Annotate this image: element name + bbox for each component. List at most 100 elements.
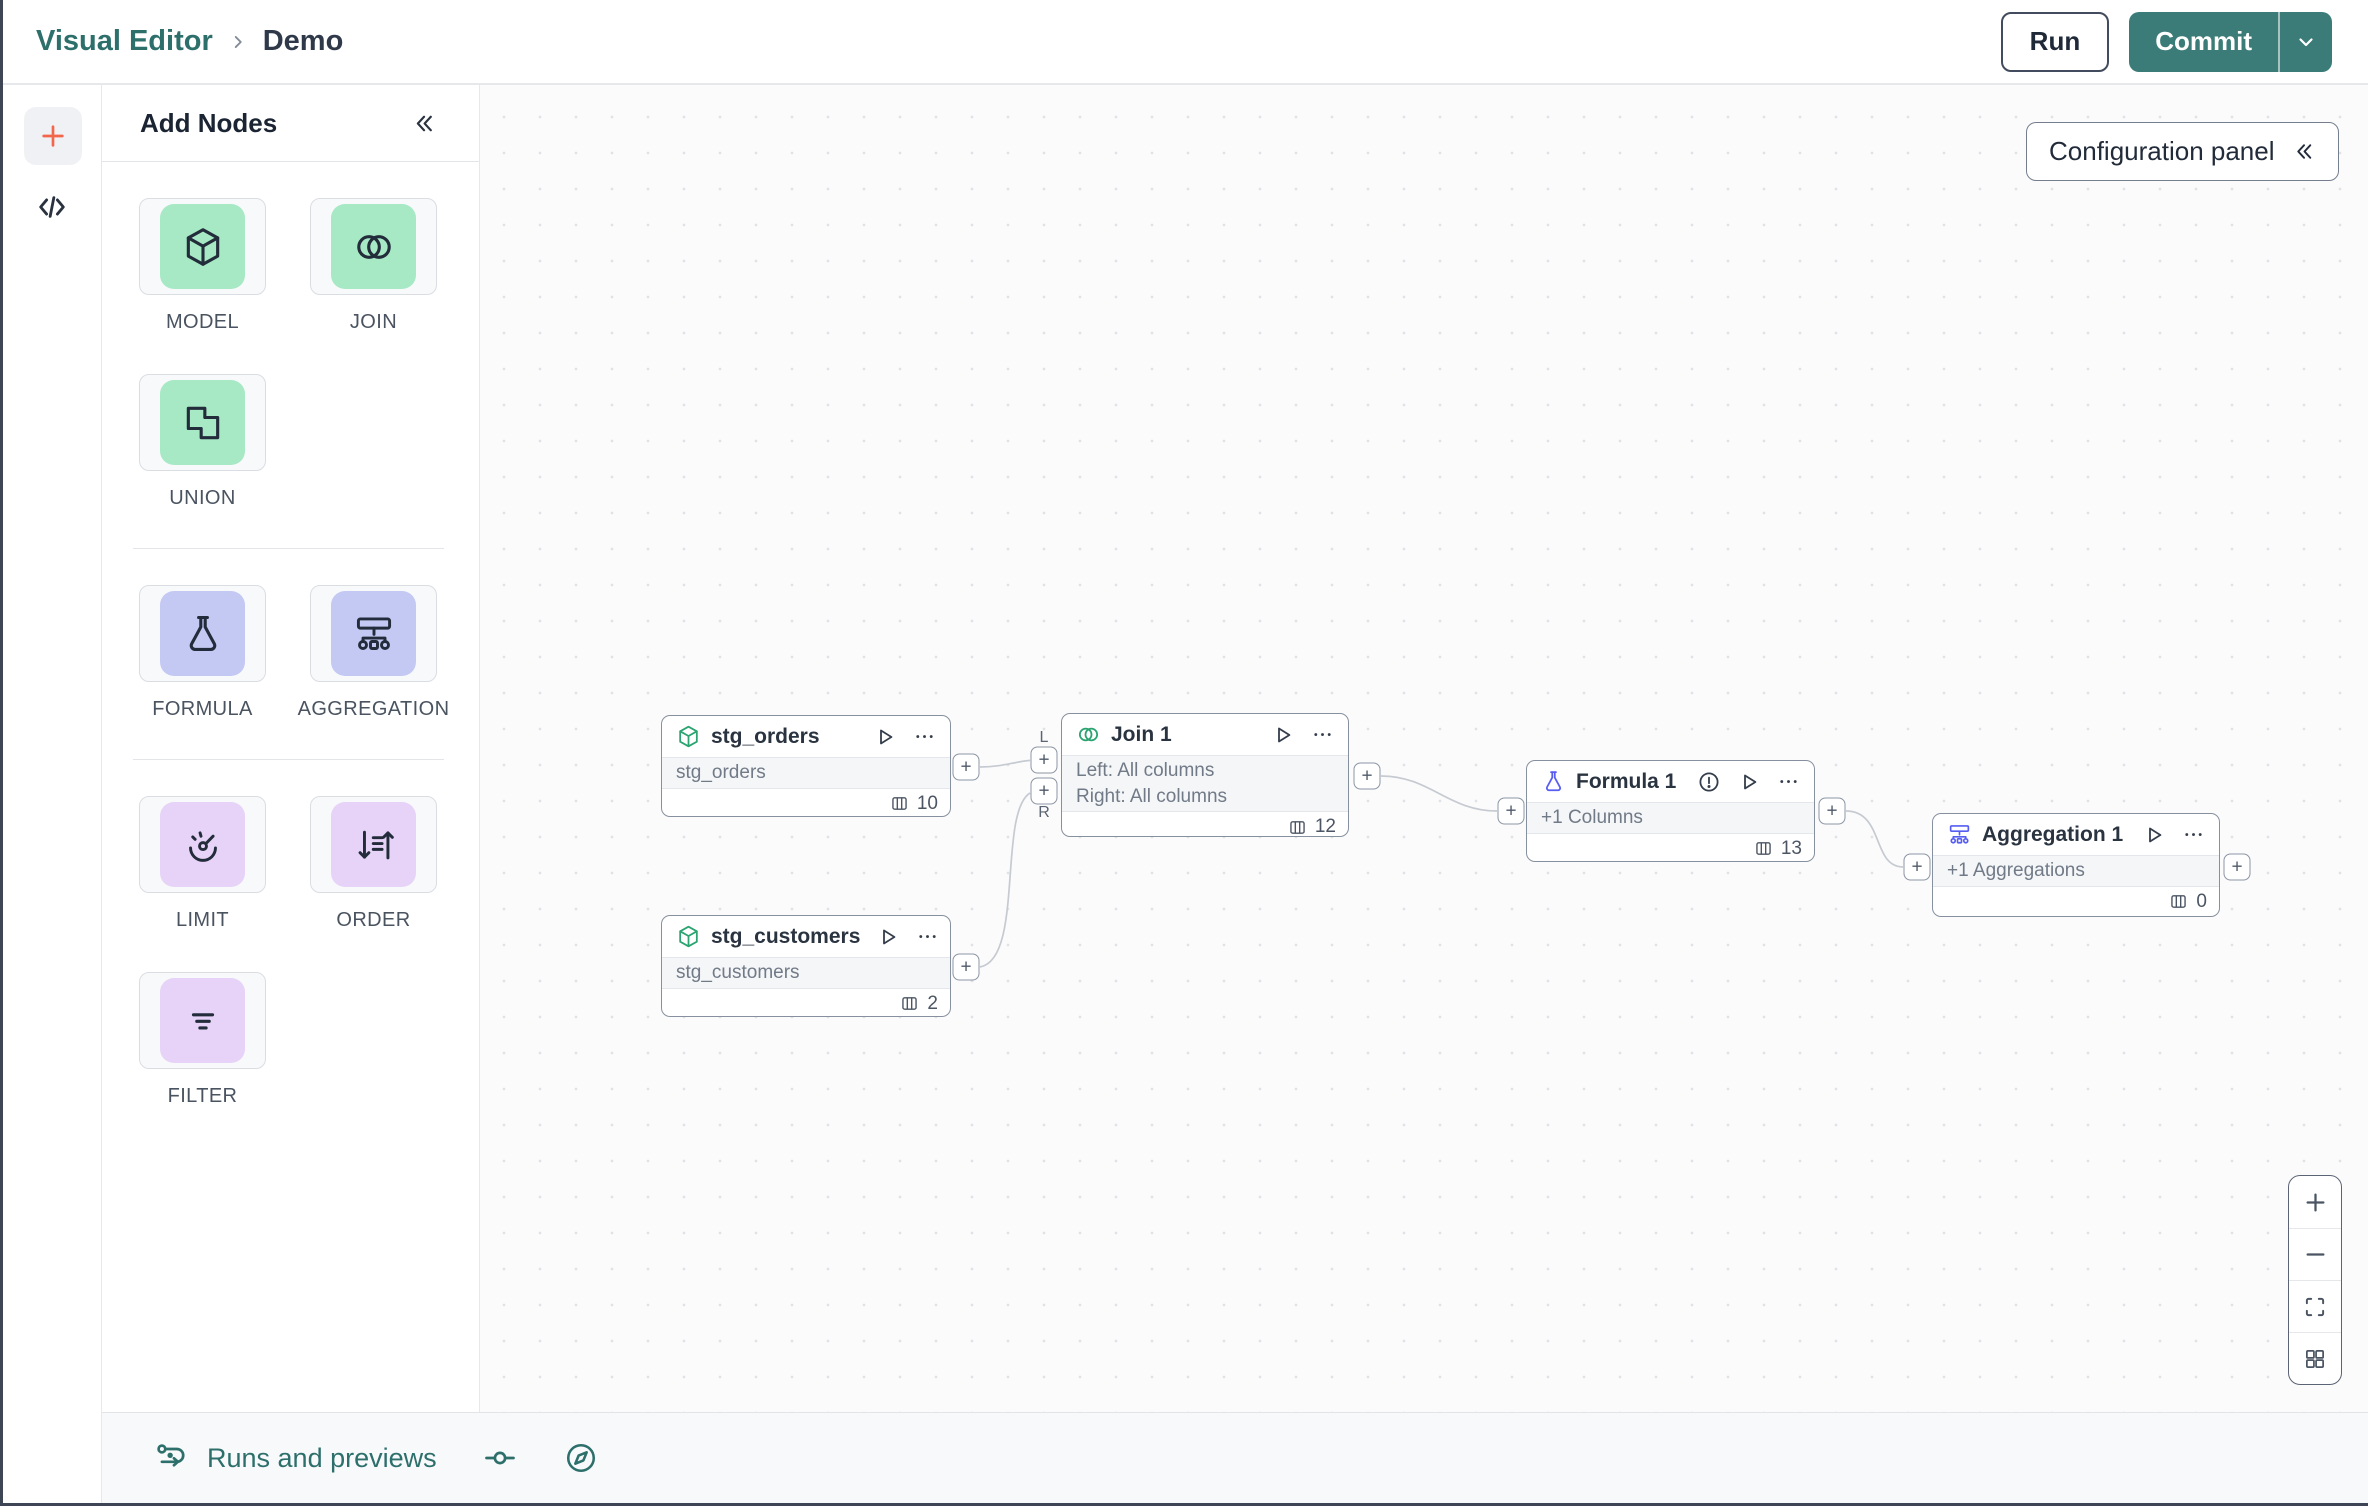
node-header: stg_customers [662,916,950,957]
double-chevron-left-icon [2291,139,2316,164]
node-aggregation-1[interactable]: Aggregation 1 +1 Aggregations 0 [1932,813,2220,917]
play-node-button[interactable] [2142,823,2166,847]
column-count: 0 [2196,890,2207,912]
pipeline-canvas[interactable]: Configuration panel stg_orders stg_order… [480,85,2368,1415]
fit-view-button[interactable] [2289,1280,2341,1332]
play-icon [2142,823,2166,847]
header-actions: Run Commit [2000,11,2332,72]
add-nodes-panel-header: Add Nodes [102,85,479,162]
runs-route-icon [154,1439,192,1477]
cube-icon [676,724,701,749]
node-menu-button[interactable] [1311,723,1334,746]
node-tile-union[interactable] [139,374,266,471]
node-tile-label: FILTER [167,1085,238,1107]
compass-button[interactable] [563,1440,599,1476]
flask-icon [1541,769,1566,794]
add-nodes-title: Add Nodes [140,107,278,138]
node-tile-group-transforms: FORMULA AGGREGATION [102,585,479,721]
play-icon [1737,770,1761,794]
node-body-line: +1 Aggregations [1947,860,2085,881]
zoom-out-button[interactable] [2289,1228,2341,1280]
zoom-in-button[interactable] [2289,1176,2341,1228]
play-node-button[interactable] [1271,723,1295,747]
code-view-button[interactable] [30,185,74,229]
port-formula-output[interactable]: + [1818,797,1846,825]
node-body: +1 Columns [1527,802,1814,834]
node-tile-join[interactable] [310,198,437,295]
runs-and-previews-toggle[interactable]: Runs and previews [154,1439,437,1477]
node-stg-customers[interactable]: stg_customers stg_customers 2 [661,915,951,1017]
node-footer: 0 [1933,887,2219,916]
commit-dropdown-button[interactable] [2280,12,2332,72]
node-tile-model[interactable] [139,198,266,295]
play-node-button[interactable] [873,725,897,749]
node-stg-orders[interactable]: stg_orders stg_orders 10 [661,715,951,817]
node-title: stg_customers [711,924,861,948]
node-tile-order[interactable] [310,796,437,893]
node-menu-button[interactable] [2182,823,2205,846]
node-tile-limit[interactable] [139,796,266,893]
node-tile-union-wrap: UNION [139,374,266,510]
add-nodes-button[interactable] [24,107,82,165]
ellipsis-icon [1311,723,1334,746]
collapse-panel-button[interactable] [410,110,437,137]
node-body: stg_orders [662,757,950,789]
node-tile-aggregation[interactable] [310,585,437,682]
chevron-right-icon [227,31,249,53]
columns-icon [889,793,910,814]
edge-formula-to-aggregation [1845,810,1904,868]
layout-grid-button[interactable] [2289,1332,2341,1384]
node-tile-label: JOIN [349,311,398,333]
commit-button[interactable]: Commit [2129,12,2278,72]
node-menu-button[interactable] [1777,770,1800,793]
node-body: +1 Aggregations [1933,855,2219,887]
chevron-down-icon [2294,30,2318,54]
node-menu-button[interactable] [916,925,939,948]
plus-icon [2302,1189,2329,1216]
port-join-right-input[interactable]: + [1030,777,1058,805]
git-commit-button[interactable] [482,1440,518,1476]
aggregation-tree-icon [331,591,416,676]
flask-icon [160,591,245,676]
port-formula-input[interactable]: + [1497,797,1525,825]
canvas-controls [2288,1175,2342,1385]
node-menu-button[interactable] [913,725,936,748]
join-circles-icon [1076,722,1101,747]
code-icon [35,190,69,224]
ellipsis-icon [913,725,936,748]
compass-icon [563,1440,599,1476]
port-aggregation-input[interactable]: + [1903,853,1931,881]
node-tile-formula-wrap: FORMULA [139,585,266,721]
node-header: stg_orders [662,716,950,757]
node-footer: 2 [662,989,950,1016]
port-aggregation-output[interactable]: + [2223,853,2251,881]
columns-icon [1287,817,1308,837]
port-stg-customers-output[interactable]: + [952,953,980,981]
column-count: 10 [916,792,938,814]
breadcrumb-visual-editor[interactable]: Visual Editor [36,25,213,58]
port-stg-orders-output[interactable]: + [952,753,980,781]
breadcrumb-current-page: Demo [262,25,344,57]
port-join-output[interactable]: + [1353,762,1381,790]
panel-divider [133,548,444,549]
node-title: Aggregation 1 [1982,822,2124,846]
panel-divider [133,759,444,760]
node-join-1[interactable]: Join 1 Left: All columns Right: All colu… [1061,713,1349,837]
node-formula-1[interactable]: Formula 1 +1 Columns 13 [1526,760,1815,862]
play-icon [1271,723,1295,747]
node-footer: 10 [662,789,950,816]
commit-split-button: Commit [2129,11,2332,72]
node-footer: 12 [1062,812,1348,837]
port-join-left-input[interactable]: + [1030,746,1058,774]
node-tile-filter[interactable] [139,972,266,1069]
breadcrumb: Visual Editor Demo [36,25,343,58]
node-tile-formula[interactable] [139,585,266,682]
play-node-button[interactable] [1737,770,1761,794]
run-button[interactable]: Run [2000,11,2110,72]
bottom-bar: Runs and previews [102,1412,2368,1503]
play-node-button[interactable] [876,925,900,949]
aggregation-tree-icon [1947,822,1972,847]
configuration-panel-button[interactable]: Configuration panel [2026,122,2339,181]
cube-icon [676,924,701,949]
node-body: Left: All columns Right: All columns [1062,755,1348,813]
